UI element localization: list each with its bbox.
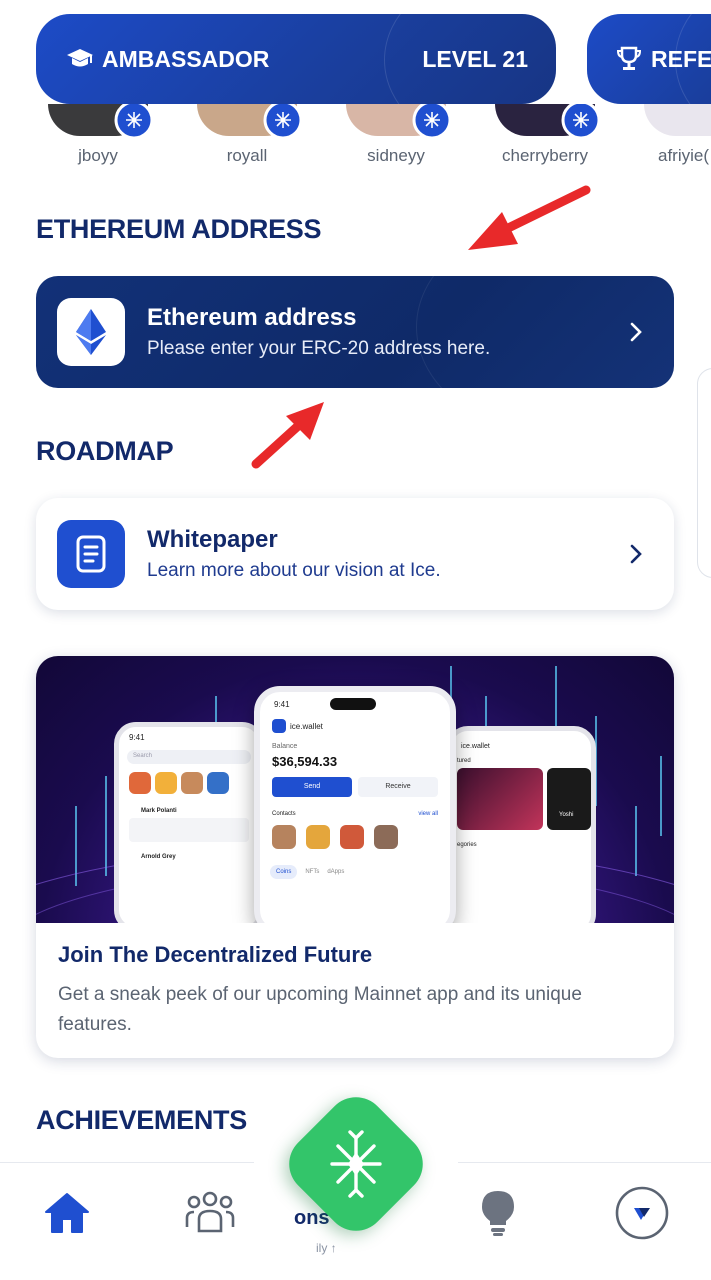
team-icon (185, 1191, 235, 1233)
phone-mockup-center: 9:41 ice.wallet Balance $36,594.33 Send … (254, 686, 456, 923)
view-all-link: view all (418, 811, 438, 817)
ice-badge-icons (114, 104, 601, 140)
coins-tab: Coins (270, 865, 298, 879)
promo-image: 9:41 Search Mark Polanti Arnold Grey ice… (36, 656, 674, 923)
phone-wallet-name: ice.wallet (290, 721, 323, 731)
avatar-name: afriyie( (658, 146, 710, 165)
mainnet-promo-card[interactable]: 9:41 Search Mark Polanti Arnold Grey ice… (36, 656, 674, 1058)
balance-label: Balance (272, 743, 298, 750)
achievements-section-title: ACHIEVEMENTS (36, 1105, 247, 1135)
ambassador-badge[interactable]: AMBASSADOR LEVEL 21 (36, 14, 556, 104)
avatar-name: jboyy (78, 146, 118, 165)
whitepaper-card-subtitle: Learn more about our vision at Ice. (147, 560, 441, 581)
news-tab[interactable] (468, 1183, 528, 1243)
lightbulb-icon (482, 1191, 514, 1236)
team-tab[interactable] (180, 1183, 240, 1243)
trophy-icon (613, 43, 645, 75)
receive-button: Receive (358, 777, 438, 797)
red-arrow-annotation (468, 185, 591, 250)
contacts-label: Contacts (272, 811, 296, 817)
categories-label: egories (457, 842, 477, 848)
ethereum-icon (57, 298, 125, 366)
dapps-tab: dApps (327, 869, 345, 875)
ethereum-address-card[interactable]: Ethereum address Please enter your ERC-2… (36, 276, 674, 388)
promo-title: Join The Decentralized Future (58, 942, 373, 967)
phone-search: Search (127, 750, 251, 764)
referrals-badge[interactable]: REFER (587, 14, 711, 104)
whitepaper-card[interactable]: Whitepaper Learn more about our vision a… (36, 498, 674, 610)
post-author: Mark Polanti (141, 808, 177, 814)
ice-mining-icon[interactable] (310, 1118, 402, 1210)
avatar-name: sidneyy (367, 146, 425, 165)
balance-value: $36,594.33 (272, 754, 338, 769)
referrals-label: REFER (651, 45, 711, 72)
phone-mockup-left: 9:41 Search Mark Polanti Arnold Grey (114, 722, 264, 923)
chevron-right-icon (616, 544, 656, 564)
top-badges: AMBASSADOR LEVEL 21 REFER (0, 0, 711, 118)
avatar-name: royall (226, 146, 268, 165)
red-arrow-annotation (251, 402, 324, 469)
side-panel-peek (697, 368, 711, 578)
nfts-tab: NFTs (305, 869, 320, 875)
home-icon (45, 1193, 89, 1233)
avatar-name: cherryberry (502, 146, 588, 165)
whitepaper-card-title: Whitepaper (147, 526, 278, 553)
graduation-cap-icon (64, 43, 96, 75)
post-author: Arnold Grey (141, 854, 176, 860)
ethereum-card-title: Ethereum address (147, 304, 357, 331)
level-label: LEVEL 21 (422, 45, 528, 72)
nav-partial-sub: ily ↑ (316, 1241, 337, 1255)
send-button: Send (272, 777, 352, 797)
document-icon (57, 520, 125, 588)
ethereum-card-subtitle: Please enter your ERC-20 address here. (147, 338, 491, 359)
profile-tab[interactable] (612, 1183, 672, 1243)
roadmap-section-title: ROADMAP (36, 436, 174, 466)
ethereum-section-title: ETHEREUM ADDRESS (36, 214, 322, 244)
nft-title: Yoshi (547, 768, 591, 830)
chevron-right-icon (616, 322, 656, 342)
phone-time: 9:41 (129, 733, 145, 742)
promo-description: Get a sneak peek of our upcoming Mainnet… (58, 984, 582, 1035)
ambassador-label: AMBASSADOR (102, 45, 270, 72)
profile-avatar-icon (615, 1186, 669, 1240)
phone-mockup-right: ice.wallet tured Yoshi egories (446, 726, 596, 923)
home-tab[interactable] (37, 1183, 97, 1243)
phone-wallet-name: ice.wallet (461, 743, 490, 750)
team-avatars: jboyy royall sidneyy cherryberry afriyie… (0, 104, 711, 174)
featured-label: tured (457, 758, 471, 764)
